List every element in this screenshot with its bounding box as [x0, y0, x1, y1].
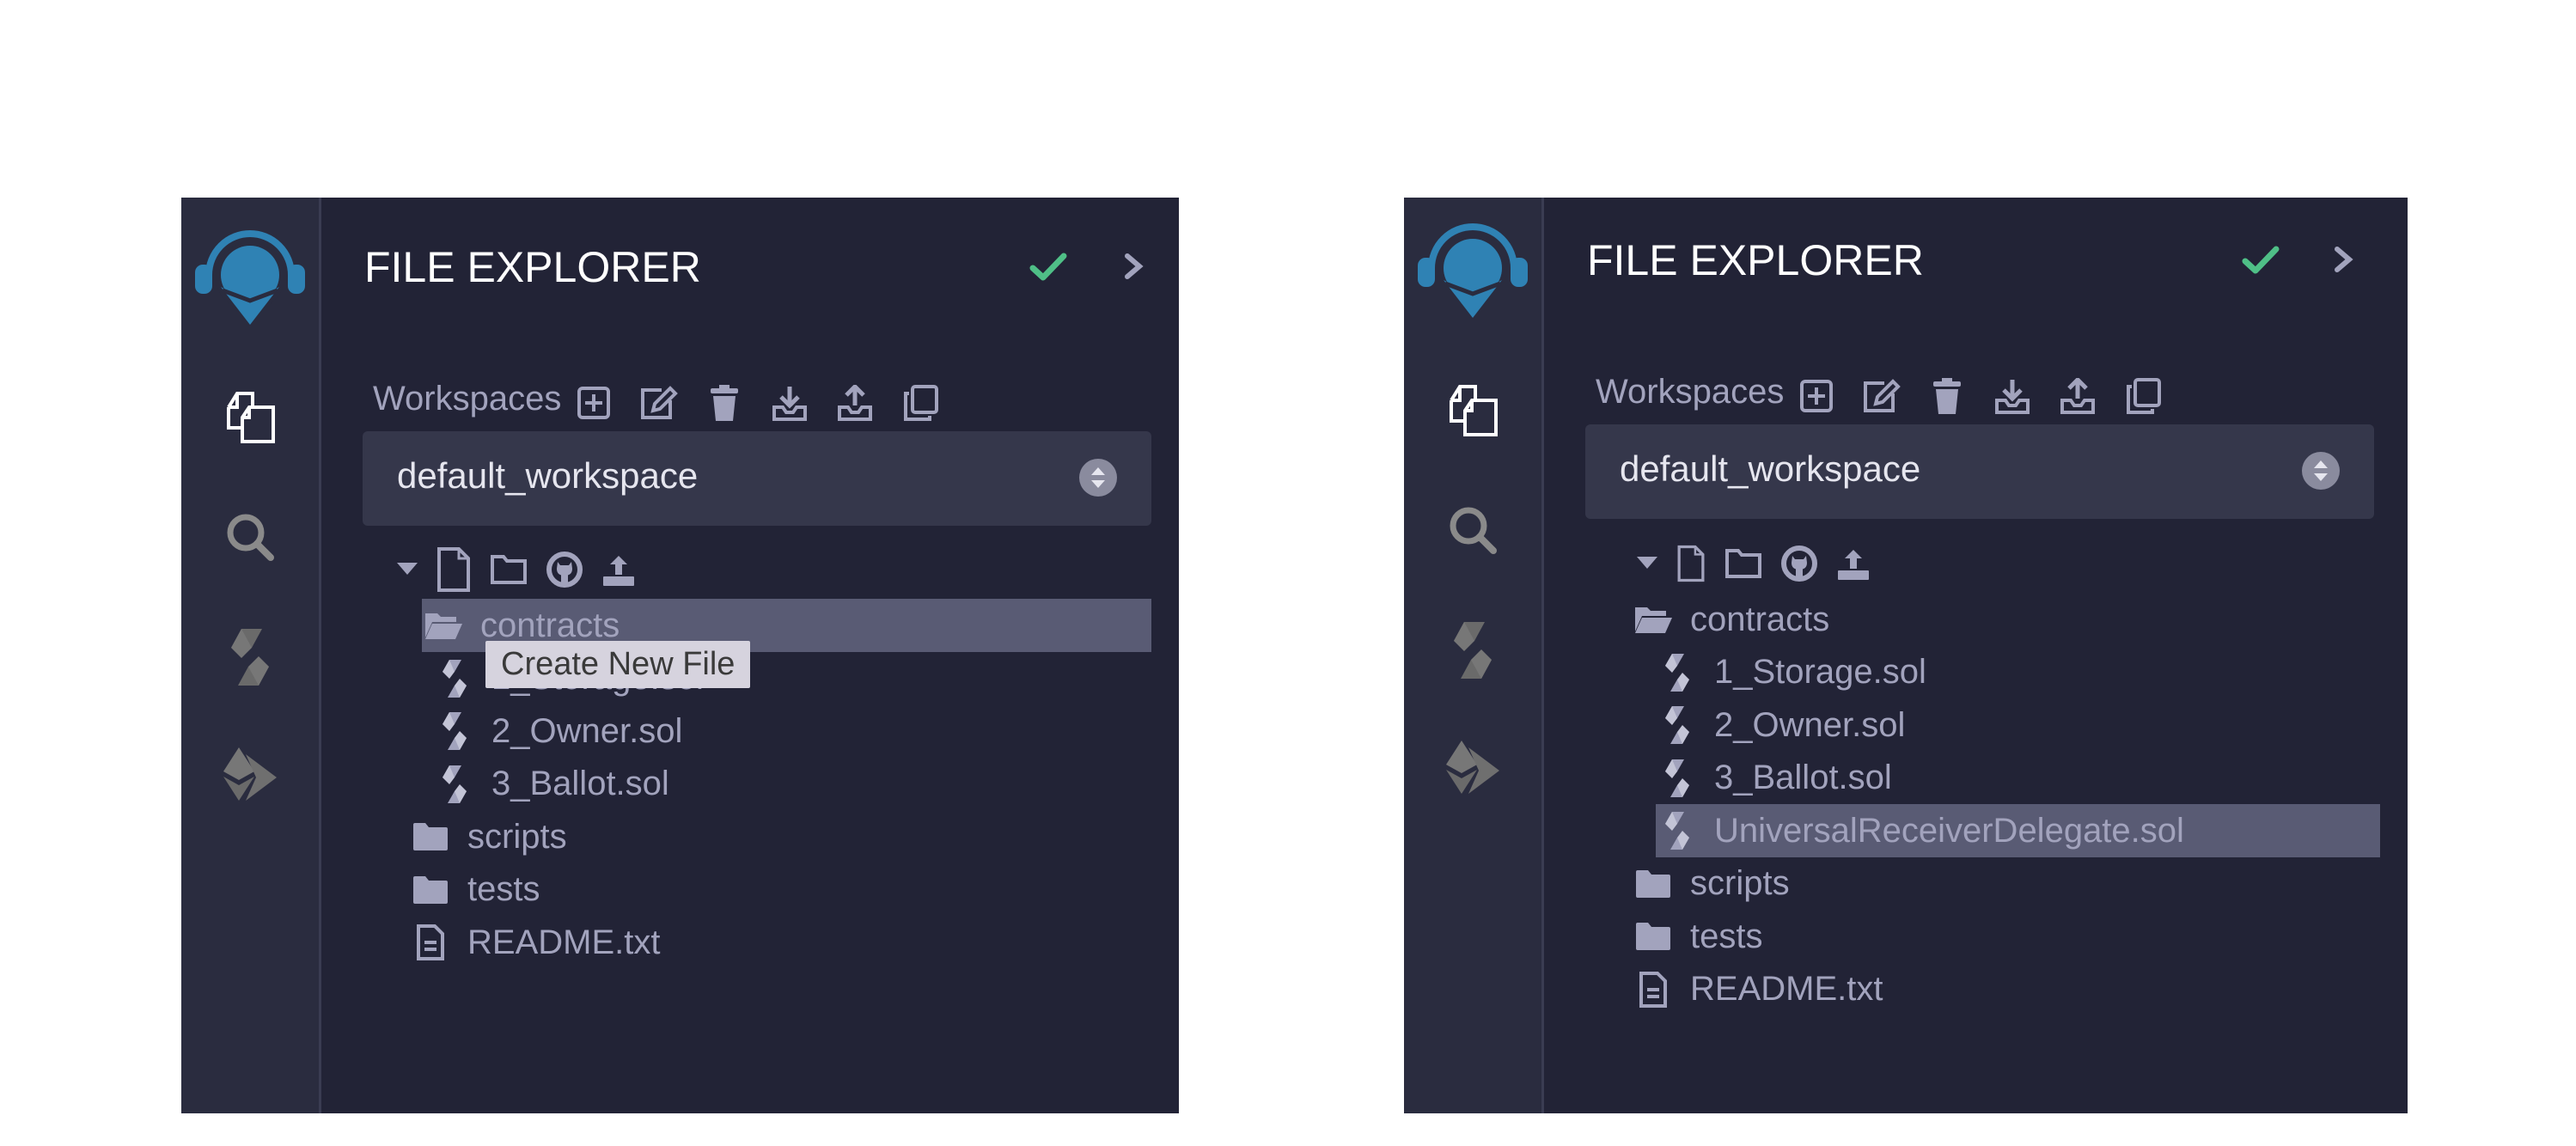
workspace-select-value: default_workspace [1620, 448, 1921, 489]
check-icon [1029, 253, 1067, 281]
collapse-caret-icon[interactable] [397, 546, 418, 594]
tree-item-label: 1_Storage.sol [1714, 653, 1926, 691]
create-workspace-icon[interactable] [1793, 373, 1840, 419]
search-icon[interactable] [220, 507, 280, 567]
tooltip: Create New File [485, 641, 751, 688]
solidity-file-icon [1656, 809, 1699, 852]
new-file-icon[interactable] [1676, 539, 1706, 588]
restore-workspace-icon[interactable] [2054, 373, 2101, 419]
workspaces-label: Workspaces [373, 380, 562, 418]
folder-icon [1632, 915, 1675, 958]
clone-workspace-icon[interactable] [2120, 373, 2166, 419]
new-file-icon[interactable] [436, 546, 471, 594]
tree-item-label: UniversalReceiverDelegate.sol [1714, 811, 2184, 850]
deploy-run-icon[interactable] [1443, 741, 1503, 801]
solidity-file-icon [1656, 757, 1699, 800]
tree-item-label: README.txt [467, 923, 661, 961]
file-explorer-icon[interactable] [1443, 380, 1503, 440]
folder-open-icon [1632, 598, 1675, 641]
tree-folder-row[interactable]: scripts [1632, 857, 2380, 911]
tree-item-label: scripts [1690, 864, 1790, 902]
tree-file-row[interactable]: 1_Storage.sol [1632, 646, 2380, 699]
clone-workspace-icon[interactable] [897, 380, 943, 426]
explorer-main: FILE EXPLORER Workspaces default_workspa… [1544, 198, 2408, 1113]
tree-toolbar [1637, 539, 1871, 588]
restore-workspace-icon[interactable] [832, 380, 878, 426]
tree-item-label: tests [467, 870, 540, 908]
tree-file-row[interactable]: 3_Ballot.sol [1632, 752, 2380, 805]
text-file-icon [1632, 968, 1675, 1011]
tree-folder-row[interactable]: tests [409, 863, 1151, 917]
workspaces-label: Workspaces [1596, 373, 1785, 411]
workspace-select-value: default_workspace [397, 455, 699, 496]
folder-open-icon [422, 604, 465, 647]
solidity-file-icon [433, 710, 476, 753]
file-explorer-panel-right: FILE EXPLORER Workspaces default_workspa… [1404, 198, 2408, 1113]
folder-icon [409, 815, 452, 858]
create-workspace-icon[interactable] [571, 380, 617, 426]
solidity-file-icon [433, 763, 476, 806]
icon-sidebar [181, 198, 321, 1113]
upload-icon[interactable] [601, 546, 636, 594]
tree-folder-row[interactable]: tests [1632, 910, 2380, 963]
select-updown-icon [1079, 459, 1117, 497]
tree-file-row[interactable]: UniversalReceiverDelegate.sol [1656, 804, 2380, 857]
tree-file-row[interactable]: README.txt [409, 916, 1151, 969]
select-updown-icon [2302, 452, 2340, 490]
solidity-file-icon [1656, 704, 1699, 747]
tree-item-label: contracts [480, 606, 620, 644]
remix-logo-icon[interactable] [1414, 216, 1531, 318]
deploy-run-icon[interactable] [220, 747, 280, 808]
tree-item-label: scripts [467, 817, 567, 856]
new-folder-icon[interactable] [490, 546, 528, 594]
github-icon[interactable] [546, 546, 583, 594]
search-icon[interactable] [1443, 500, 1503, 560]
tree-item-label: 3_Ballot.sol [491, 765, 669, 802]
tree-item-label: contracts [1690, 600, 1830, 638]
github-icon[interactable] [1781, 539, 1817, 588]
panel-title: FILE EXPLORER [1587, 236, 1924, 284]
tree-item-label: 2_Owner.sol [491, 711, 683, 750]
new-folder-icon[interactable] [1724, 539, 1762, 588]
tree-toolbar [397, 546, 636, 594]
check-icon [2242, 246, 2280, 274]
file-explorer-icon[interactable] [220, 387, 280, 447]
workspace-actions [571, 380, 943, 426]
rename-workspace-icon[interactable] [636, 380, 682, 426]
tree-item-label: 2_Owner.sol [1714, 705, 1906, 744]
tree-file-row[interactable]: 2_Owner.sol [409, 704, 1151, 758]
tree-item-label: 3_Ballot.sol [1714, 759, 1892, 796]
delete-workspace-icon[interactable] [1924, 373, 1970, 419]
solidity-compiler-icon[interactable] [1443, 620, 1503, 680]
text-file-icon [409, 921, 452, 964]
delete-workspace-icon[interactable] [701, 380, 748, 426]
tree-folder-row[interactable]: scripts [409, 810, 1151, 863]
rename-workspace-icon[interactable] [1859, 373, 1905, 419]
tree-folder-row[interactable]: contracts [1632, 593, 2380, 646]
tree-file-row[interactable]: 2_Owner.sol [1632, 698, 2380, 752]
tree-file-row[interactable]: README.txt [1632, 963, 2380, 1016]
workspace-select[interactable]: default_workspace [1585, 424, 2374, 519]
solidity-compiler-icon[interactable] [220, 627, 280, 687]
folder-icon [1632, 863, 1675, 905]
download-workspace-icon[interactable] [1989, 373, 2036, 419]
tree-item-label: tests [1690, 917, 1763, 955]
download-workspace-icon[interactable] [766, 380, 813, 426]
upload-icon[interactable] [1836, 539, 1871, 588]
file-explorer-panel-left: FILE EXPLORER Workspaces default_workspa… [181, 198, 1179, 1113]
tree-file-row[interactable]: 3_Ballot.sol [409, 758, 1151, 811]
tree-item-label: README.txt [1690, 970, 1883, 1008]
chevron-right-icon[interactable] [2330, 244, 2356, 275]
panel-title: FILE EXPLORER [364, 243, 701, 291]
solidity-file-icon [1656, 651, 1699, 694]
collapse-caret-icon[interactable] [1637, 539, 1657, 588]
remix-logo-icon[interactable] [192, 223, 308, 325]
chevron-right-icon[interactable] [1120, 251, 1146, 282]
workspace-actions [1793, 373, 2166, 419]
icon-sidebar [1404, 198, 1544, 1113]
workspace-select[interactable]: default_workspace [363, 431, 1151, 526]
solidity-file-icon [433, 657, 476, 700]
folder-icon [409, 869, 452, 911]
